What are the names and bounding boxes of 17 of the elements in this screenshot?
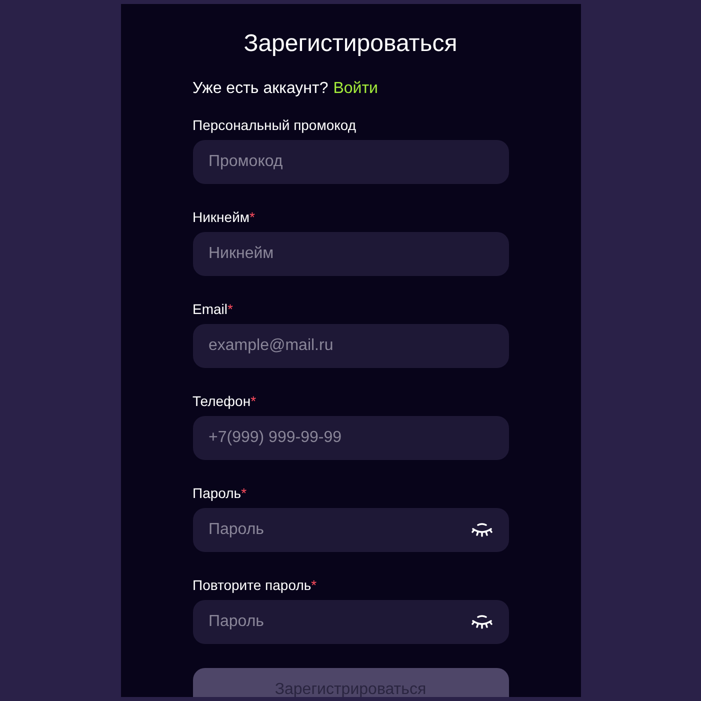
- field-label: Никнейм*: [192, 208, 256, 226]
- closed-eye-icon[interactable]: [470, 614, 492, 630]
- input-field[interactable]: +7(999) 999-99-99: [192, 416, 508, 460]
- login-link[interactable]: Войти: [333, 79, 378, 99]
- input-field[interactable]: Никнейм: [192, 232, 508, 276]
- field-label: Телефон*: [192, 392, 258, 410]
- field-label: Email*: [192, 300, 234, 318]
- input-field[interactable]: Промокод: [192, 140, 508, 184]
- closed-eye-icon[interactable]: [470, 522, 492, 538]
- field-label: Пароль*: [192, 484, 248, 502]
- input-field[interactable]: Пароль: [192, 508, 508, 552]
- input-field[interactable]: Пароль: [192, 600, 508, 644]
- login-prompt: Уже есть аккаунт?: [192, 79, 328, 99]
- field-label: Персональный промокод: [192, 116, 358, 134]
- form-title: Зарегистироваться: [244, 29, 458, 59]
- field-label: Повторите пароль*: [192, 576, 318, 594]
- input-field[interactable]: example@mail.ru: [192, 324, 508, 368]
